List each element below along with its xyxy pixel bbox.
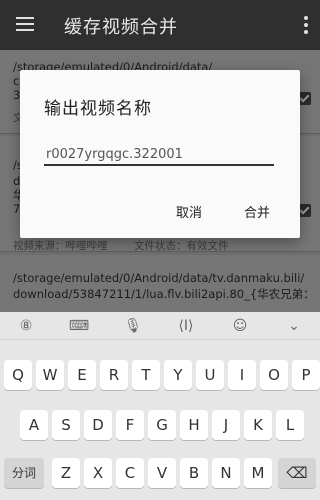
- keyboard-toolbar: ⑧ ⌨ 🎙 ⟨I⟩ ☺ ⌄: [0, 312, 320, 340]
- key-q[interactable]: Q: [4, 360, 32, 390]
- key-j[interactable]: J: [212, 410, 240, 440]
- key-g[interactable]: G: [148, 410, 176, 440]
- key-h[interactable]: H: [180, 410, 208, 440]
- cursor-move-icon[interactable]: ⟨I⟩: [174, 316, 198, 336]
- key-w[interactable]: W: [36, 360, 64, 390]
- list-item-status: 文件状态：有效文件: [134, 240, 229, 252]
- dialog-title: 输出视频名称: [44, 99, 152, 119]
- list-item[interactable]: /storage/emulated/0/Android/data/tv.danm…: [0, 255, 320, 312]
- key-a[interactable]: A: [20, 410, 48, 440]
- output-name-dialog: 输出视频名称 取消 合并: [20, 70, 300, 238]
- cancel-button[interactable]: 取消: [170, 198, 208, 225]
- emoji-icon[interactable]: ☺: [228, 316, 252, 336]
- key-c[interactable]: C: [116, 458, 144, 488]
- output-name-input[interactable]: [44, 144, 274, 166]
- key-y[interactable]: Y: [164, 360, 192, 390]
- app-bar: 缓存视频合并: [0, 0, 320, 50]
- hide-keyboard-icon[interactable]: ⌄: [282, 316, 306, 336]
- key-n[interactable]: N: [212, 458, 240, 488]
- key-x[interactable]: X: [84, 458, 112, 488]
- microphone-icon[interactable]: 🎙: [121, 316, 145, 336]
- key-d[interactable]: D: [84, 410, 112, 440]
- overflow-menu-icon[interactable]: [304, 16, 308, 37]
- keyboard-settings-icon[interactable]: ⑧: [14, 316, 38, 336]
- key-i[interactable]: I: [228, 360, 256, 390]
- segment-key[interactable]: 分词: [4, 458, 44, 488]
- key-k[interactable]: K: [244, 410, 272, 440]
- key-z[interactable]: Z: [52, 458, 80, 488]
- key-o[interactable]: O: [260, 360, 288, 390]
- list-item-source: 视频来源：哔哩哔哩: [13, 240, 108, 252]
- key-l[interactable]: L: [276, 410, 304, 440]
- keyboard-switch-icon[interactable]: ⌨: [67, 316, 91, 336]
- key-s[interactable]: S: [52, 410, 80, 440]
- soft-keyboard: ⑧ ⌨ 🎙 ⟨I⟩ ☺ ⌄ Q W E R T Y U I O P A S D …: [0, 312, 320, 500]
- key-p[interactable]: P: [292, 360, 320, 390]
- list-item-path: download/53847211/1/lua.flv.bili2api.80_…: [13, 287, 315, 301]
- backspace-key[interactable]: ⌫: [278, 458, 316, 488]
- list-item-path: /storage/emulated/0/Android/data/tv.danm…: [13, 271, 305, 285]
- key-e[interactable]: E: [68, 360, 96, 390]
- key-f[interactable]: F: [116, 410, 144, 440]
- key-m[interactable]: M: [244, 458, 272, 488]
- key-r[interactable]: R: [100, 360, 128, 390]
- app-title: 缓存视频合并: [64, 17, 178, 38]
- key-u[interactable]: U: [196, 360, 224, 390]
- key-t[interactable]: T: [132, 360, 160, 390]
- key-b[interactable]: B: [180, 458, 208, 488]
- key-v[interactable]: V: [148, 458, 176, 488]
- merge-button[interactable]: 合并: [238, 198, 276, 225]
- hamburger-menu-icon[interactable]: [16, 17, 34, 31]
